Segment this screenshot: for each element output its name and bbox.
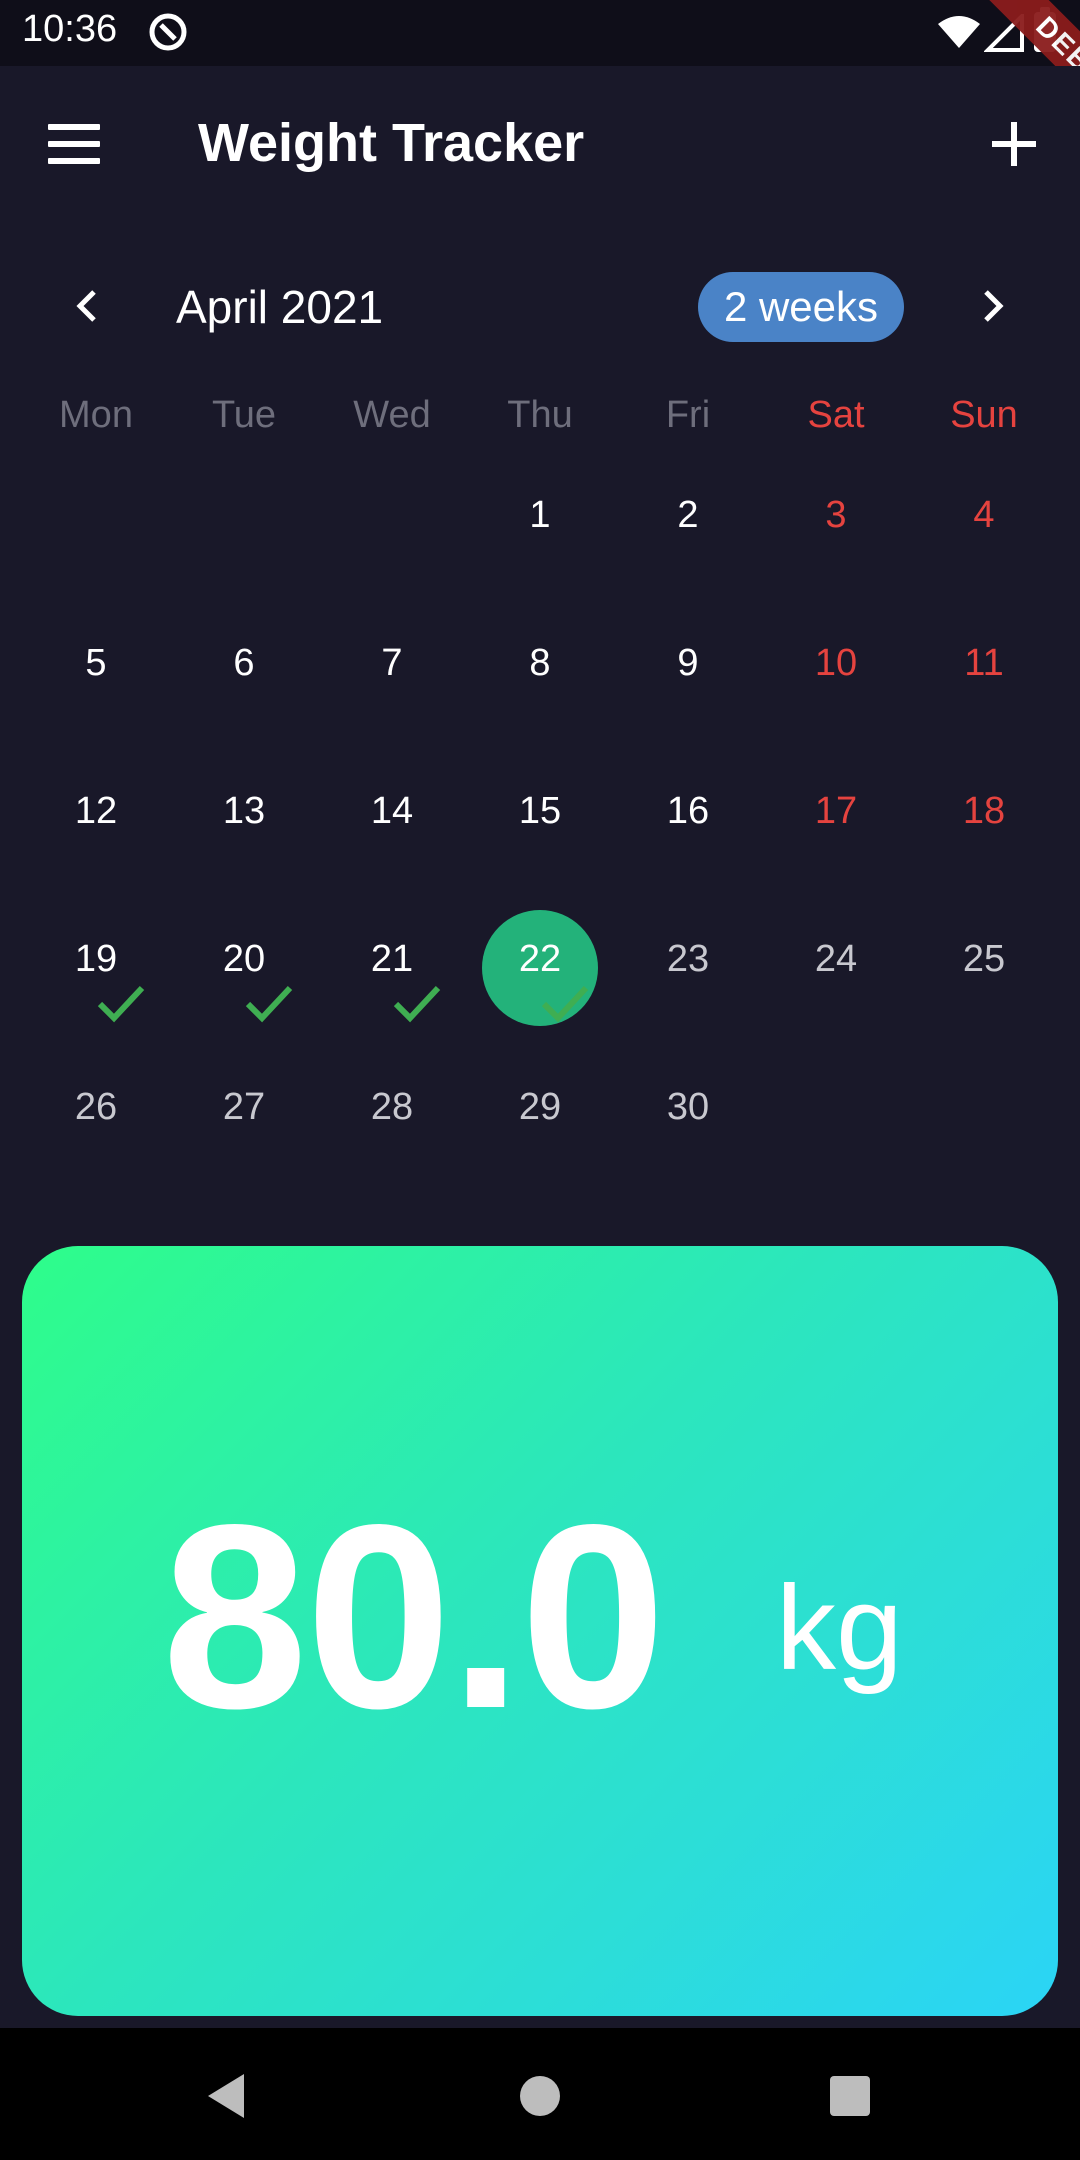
home-circle-icon[interactable] xyxy=(520,2076,560,2116)
day-number: 9 xyxy=(677,642,699,684)
weight-card[interactable]: 80.0 kg xyxy=(22,1246,1058,2016)
day-number: 13 xyxy=(222,790,266,832)
check-icon xyxy=(541,985,589,1023)
weekday-sat: Sat xyxy=(807,394,865,436)
calendar-day[interactable]: 3 xyxy=(762,450,910,598)
weekday-row: Mon Tue Wed Thu Fri Sat Sun xyxy=(0,388,1080,448)
day-number: 20 xyxy=(222,938,266,980)
day-number: 5 xyxy=(85,642,107,684)
day-number: 11 xyxy=(964,642,1004,684)
menu-icon[interactable] xyxy=(48,124,102,164)
calendar-day[interactable]: 21 xyxy=(318,894,466,1042)
month-label: April 2021 xyxy=(176,281,384,333)
day-number: 2 xyxy=(677,494,699,536)
day-number: 4 xyxy=(973,494,995,536)
calendar-day[interactable]: 10 xyxy=(762,598,910,746)
calendar-day[interactable]: 22 xyxy=(466,894,614,1042)
format-toggle-button[interactable]: 2 weeks xyxy=(698,272,904,342)
day-number: 25 xyxy=(962,938,1006,980)
day-number: 8 xyxy=(529,642,551,684)
app-bar: Weight Tracker xyxy=(0,66,1080,222)
day-number: 23 xyxy=(666,938,710,980)
day-number: 22 xyxy=(518,938,562,980)
calendar-day[interactable]: 27 xyxy=(170,1042,318,1190)
day-number: 30 xyxy=(666,1086,710,1128)
calendar-day[interactable]: 25 xyxy=(910,894,1058,1042)
calendar-day[interactable]: 4 xyxy=(910,450,1058,598)
day-number: 21 xyxy=(370,938,414,980)
weekday-thu: Thu xyxy=(507,394,573,436)
day-number: 26 xyxy=(74,1086,118,1128)
check-icon xyxy=(393,985,441,1023)
check-icon xyxy=(97,985,145,1023)
chevron-right-icon[interactable] xyxy=(968,282,1016,330)
calendar-day[interactable]: 23 xyxy=(614,894,762,1042)
page-title: Weight Tracker xyxy=(198,113,585,173)
day-number: 28 xyxy=(370,1086,414,1128)
calendar-day[interactable]: 7 xyxy=(318,598,466,746)
calendar-day[interactable]: 9 xyxy=(614,598,762,746)
calendar-day[interactable]: 2 xyxy=(614,450,762,598)
day-number: 19 xyxy=(74,938,118,980)
day-number: 29 xyxy=(518,1086,562,1128)
day-number: 16 xyxy=(666,790,710,832)
back-triangle-icon[interactable] xyxy=(204,2072,248,2120)
day-number: 10 xyxy=(814,642,858,684)
day-number: 15 xyxy=(518,790,562,832)
weekday-fri: Fri xyxy=(665,394,711,436)
add-icon[interactable] xyxy=(990,120,1038,168)
day-number: 27 xyxy=(222,1086,266,1128)
calendar-day[interactable]: 28 xyxy=(318,1042,466,1190)
app-notification-icon xyxy=(149,13,187,51)
wifi-icon xyxy=(938,16,980,48)
calendar-day[interactable]: 26 xyxy=(22,1042,170,1190)
day-number: 6 xyxy=(233,642,255,684)
calendar-day[interactable]: 14 xyxy=(318,746,466,894)
calendar-header: April 2021 2 weeks xyxy=(0,260,1080,350)
day-number: 7 xyxy=(381,642,403,684)
navigation-bar xyxy=(0,2028,1080,2160)
weight-unit: kg xyxy=(776,1561,903,1695)
check-icon xyxy=(245,985,293,1023)
status-bar: 10:36 DEBUG xyxy=(0,0,1080,175)
calendar-day[interactable]: 11 xyxy=(910,598,1058,746)
weekday-wed: Wed xyxy=(353,394,431,436)
calendar-day[interactable]: 15 xyxy=(466,746,614,894)
calendar-day[interactable]: 20 xyxy=(170,894,318,1042)
day-number: 18 xyxy=(962,790,1006,832)
day-number: 24 xyxy=(814,938,858,980)
weight-value: 80.0 xyxy=(162,1470,666,1763)
weekday-mon: Mon xyxy=(59,394,133,436)
calendar-day[interactable]: 30 xyxy=(614,1042,762,1190)
calendar-day[interactable]: 19 xyxy=(22,894,170,1042)
calendar-day[interactable]: 5 xyxy=(22,598,170,746)
day-number: 17 xyxy=(814,790,858,832)
calendar-day[interactable]: 18 xyxy=(910,746,1058,894)
day-number: 1 xyxy=(529,494,551,536)
calendar-day[interactable]: 6 xyxy=(170,598,318,746)
day-number: 12 xyxy=(74,790,118,832)
calendar-day[interactable]: 1 xyxy=(466,450,614,598)
calendar-day[interactable]: 8 xyxy=(466,598,614,746)
calendar-day[interactable]: 16 xyxy=(614,746,762,894)
calendar-day[interactable]: 29 xyxy=(466,1042,614,1190)
day-number: 3 xyxy=(825,494,847,536)
calendar-day[interactable]: 12 xyxy=(22,746,170,894)
weekday-sun: Sun xyxy=(950,394,1018,436)
calendar-day[interactable]: 13 xyxy=(170,746,318,894)
weekday-tue: Tue xyxy=(211,394,277,436)
calendar-day[interactable]: 24 xyxy=(762,894,910,1042)
calendar-day[interactable]: 17 xyxy=(762,746,910,894)
chevron-left-icon[interactable] xyxy=(64,282,112,330)
status-time: 10:36 xyxy=(22,8,118,50)
recent-square-icon[interactable] xyxy=(830,2076,870,2116)
day-number: 14 xyxy=(370,790,414,832)
